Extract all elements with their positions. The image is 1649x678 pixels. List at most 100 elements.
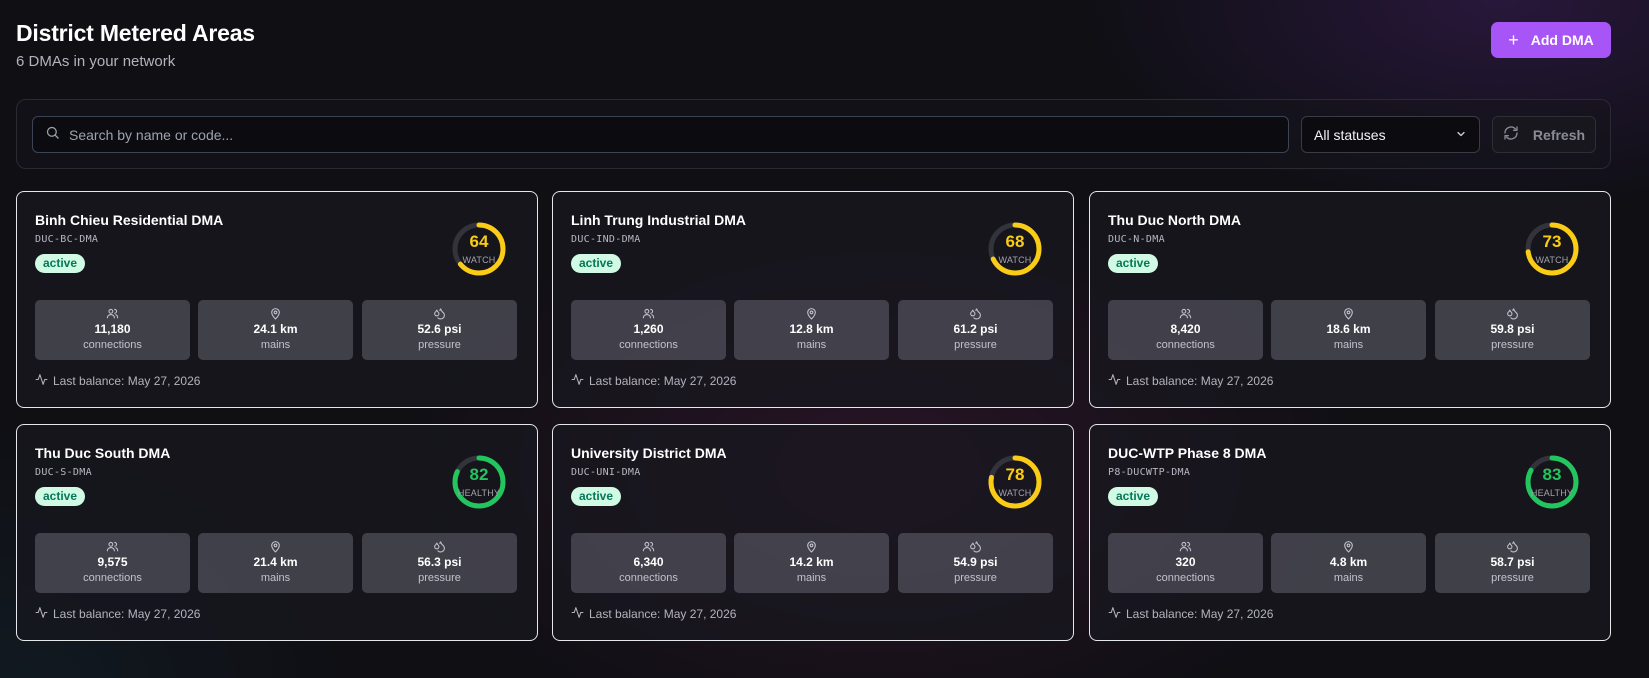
stat-value: 54.9 psi [953,555,998,569]
dma-card[interactable]: University District DMA DUC-UNI-DMA active… [552,424,1074,641]
users-icon [1108,540,1263,553]
droplets-icon [1435,307,1590,320]
search-box[interactable] [32,116,1289,153]
health-score: 68 [1005,232,1025,251]
last-balance-text: Last balance: May 27, 2026 [589,607,737,621]
health-score-label: HEALTHY [1530,488,1574,498]
stat-connections: 8,420 connections [1108,300,1263,360]
last-balance-text: Last balance: May 27, 2026 [53,374,201,388]
dma-card[interactable]: Thu Duc North DMA DUC-N-DMA active 73 WATC… [1089,191,1611,408]
search-icon [45,125,60,145]
stat-value: 12.8 km [789,322,834,336]
dma-name: Linh Trung Industrial DMA [571,212,746,228]
users-icon [571,307,726,320]
stat-mains: 18.6 km mains [1271,300,1426,360]
stat-value: 24.1 km [253,322,298,336]
stat-label: connections [619,572,678,584]
status-badge: active [1108,254,1159,273]
dma-card[interactable]: Binh Chieu Residential DMA DUC-BC-DMA acti… [16,191,538,408]
health-score: 82 [469,465,489,484]
dma-card[interactable]: Linh Trung Industrial DMA DUC-IND-DMA acti… [552,191,1074,408]
stat-label: mains [1333,572,1364,584]
page-subtitle: 6 DMAs in your network [16,53,176,70]
stat-mains: 21.4 km mains [198,533,353,593]
stat-value: 1,260 [633,322,664,336]
chevron-down-icon [1455,127,1467,143]
map-pin-icon [734,307,889,320]
health-score-gauge: 68 WATCH [985,219,1045,279]
last-balance-text: Last balance: May 27, 2026 [1126,607,1274,621]
activity-icon [1108,373,1121,389]
status-badge: active [571,487,622,506]
status-badge: active [1108,487,1159,506]
plus-icon: + [1508,30,1519,50]
last-balance-text: Last balance: May 27, 2026 [53,607,201,621]
last-balance: Last balance: May 27, 2026 [1108,373,1273,389]
stat-label: pressure [954,339,997,351]
health-score-gauge: 64 WATCH [449,219,509,279]
stat-value: 320 [1175,555,1196,569]
dma-name: DUC-WTP Phase 8 DMA [1108,445,1267,461]
dma-card[interactable]: Thu Duc South DMA DUC-S-DMA active 82 HEAL… [16,424,538,641]
stat-value: 6,340 [633,555,664,569]
add-dma-button[interactable]: + Add DMA [1491,22,1611,58]
refresh-label: Refresh [1532,126,1586,143]
stat-pressure: 58.7 psi pressure [1435,533,1590,593]
users-icon [35,540,190,553]
stat-label: pressure [954,572,997,584]
health-score: 73 [1542,232,1562,251]
dma-name: Thu Duc North DMA [1108,212,1241,228]
stat-value: 56.3 psi [417,555,462,569]
activity-icon [571,373,584,389]
health-score: 78 [1005,465,1025,484]
map-pin-icon [734,540,889,553]
stat-pressure: 54.9 psi pressure [898,533,1053,593]
page-header: District Metered Areas 6 DMAs in your ne… [16,20,255,70]
refresh-button[interactable]: Refresh [1492,116,1596,153]
dma-code: DUC-UNI-DMA [571,467,641,478]
dma-code: DUC-IND-DMA [571,234,641,245]
stat-value: 14.2 km [789,555,834,569]
status-select-value: All statuses [1314,126,1386,143]
filter-bar: All statuses Refresh [16,99,1611,169]
users-icon [1108,307,1263,320]
health-score-gauge: 73 WATCH [1522,219,1582,279]
health-score-gauge: 83 HEALTHY [1522,452,1582,512]
stat-label: connections [83,572,142,584]
stat-connections: 6,340 connections [571,533,726,593]
droplets-icon [898,307,1053,320]
stat-label: pressure [418,572,461,584]
stat-value: 9,575 [97,555,128,569]
search-input[interactable] [69,126,1269,143]
droplets-icon [1435,540,1590,553]
stat-mains: 14.2 km mains [734,533,889,593]
stat-connections: 320 connections [1108,533,1263,593]
last-balance: Last balance: May 27, 2026 [1108,606,1273,622]
activity-icon [35,373,48,389]
dma-card[interactable]: DUC-WTP Phase 8 DMA P8-DUCWTP-DMA active 8… [1089,424,1611,641]
stat-label: mains [260,339,291,351]
stat-mains: 4.8 km mains [1271,533,1426,593]
stat-mains: 12.8 km mains [734,300,889,360]
stat-label: mains [260,572,291,584]
stat-label: pressure [1491,572,1534,584]
status-badge: active [35,487,86,506]
stat-label: pressure [1491,339,1534,351]
stat-label: mains [796,572,827,584]
stat-label: connections [619,339,678,351]
dma-code: DUC-S-DMA [35,467,92,478]
health-score: 64 [469,232,489,251]
dma-code: P8-DUCWTP-DMA [1108,467,1191,478]
add-dma-label: Add DMA [1530,32,1594,48]
stat-value: 18.6 km [1326,322,1371,336]
status-select[interactable]: All statuses [1301,116,1480,153]
activity-icon [35,606,48,622]
health-score: 83 [1542,465,1562,484]
health-score-label: WATCH [998,255,1032,265]
stat-value: 4.8 km [1329,555,1368,569]
last-balance: Last balance: May 27, 2026 [571,373,736,389]
stat-pressure: 59.8 psi pressure [1435,300,1590,360]
stat-pressure: 52.6 psi pressure [362,300,517,360]
users-icon [571,540,726,553]
stat-connections: 11,180 connections [35,300,190,360]
